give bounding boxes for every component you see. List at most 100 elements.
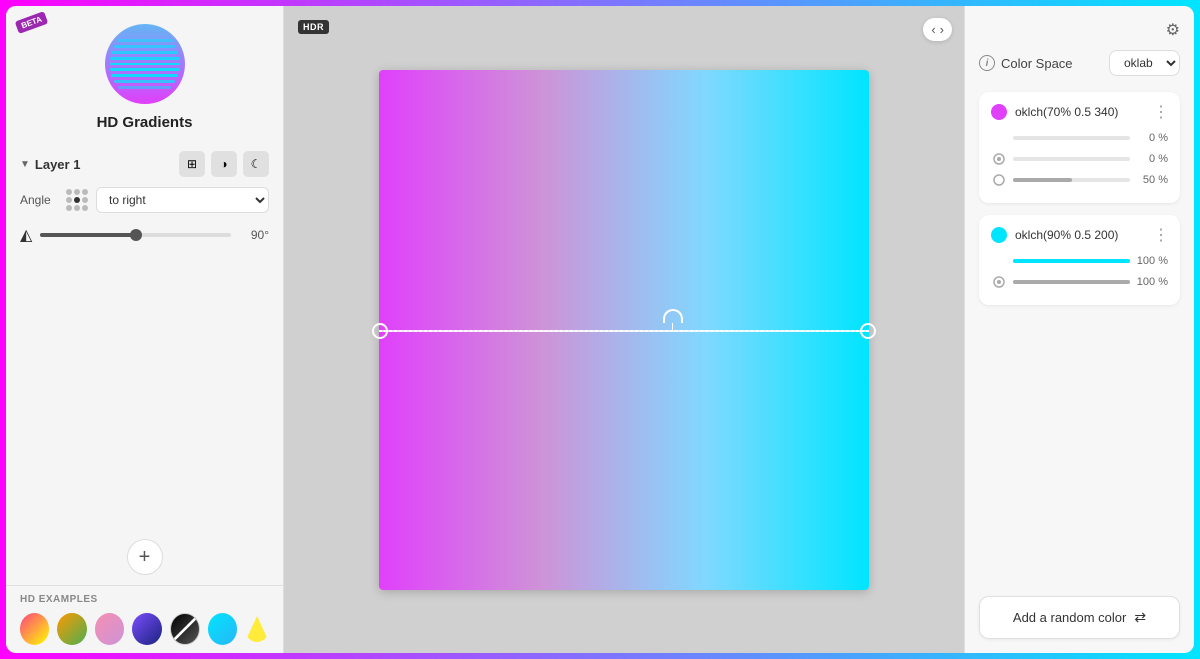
gradient-canvas[interactable] (379, 70, 869, 590)
color-stop-header-2: oklch(90% 0.5 200) ⋮ (991, 225, 1168, 245)
angle-select[interactable]: to right to left to top to bottom (96, 187, 269, 213)
add-layer-button[interactable]: + (127, 539, 163, 575)
more-icon-1[interactable]: ⋮ (1153, 102, 1168, 122)
stop-1-slider-c-value: 50 % (1136, 174, 1168, 186)
stop-2-slider-a-fill (1013, 259, 1130, 263)
layer-grid-icon[interactable]: ⊞ (179, 151, 205, 177)
color-stop-name-1: oklch(70% 0.5 340) (1015, 105, 1145, 119)
example-5-icon (171, 613, 199, 645)
stop-2-slider-a-track[interactable] (1013, 259, 1130, 263)
prev-arrow[interactable]: ‹ (931, 22, 935, 37)
example-3[interactable] (95, 613, 124, 645)
hdr-badge: HDR (298, 20, 329, 34)
stop-2-slider-b-icon (991, 274, 1007, 290)
dot-mr[interactable] (82, 197, 88, 203)
dot-tl[interactable] (66, 189, 72, 195)
shuffle-icon: ⇄ (1134, 609, 1146, 626)
dot-ml[interactable] (66, 197, 72, 203)
layer-half-circle-icon[interactable]: ◑ (211, 151, 237, 177)
color-stop-card-2: oklch(90% 0.5 200) ⋮ 100 % 100 % (979, 215, 1180, 305)
direction-dots[interactable] (66, 189, 88, 211)
midpoint-arch[interactable] (663, 309, 683, 323)
stop-1-slider-c-icon (991, 172, 1007, 188)
stop-1-slider-c: 50 % (991, 172, 1168, 188)
stop-1-slider-c-fill (1013, 178, 1072, 182)
angle-slider-icon: ◭ (20, 225, 32, 245)
dot-tm[interactable] (74, 189, 80, 195)
dot-bm[interactable] (74, 205, 80, 211)
color-stop-name-2: oklch(90% 0.5 200) (1015, 228, 1145, 242)
layer-icons: ⊞ ◑ ☾ (179, 151, 269, 177)
layer-collapse-icon[interactable]: ▼ (20, 159, 30, 170)
stop-2-slider-b-fill (1013, 280, 1130, 284)
color-space-select[interactable]: oklab oklch srgb hsl (1109, 50, 1180, 76)
gradient-guide-line (379, 330, 869, 332)
beta-badge: BETA (15, 11, 49, 34)
app-logo (105, 24, 185, 104)
angle-slider-value: 90° (239, 228, 269, 242)
examples-title: HD EXAMPLES (20, 594, 269, 605)
settings-button[interactable]: ⚙ (1166, 20, 1180, 40)
angle-label: Angle (20, 193, 58, 207)
example-5[interactable] (170, 613, 200, 645)
sidebar: BETA HD Gradients ▼ (6, 6, 284, 653)
stop-1-slider-b-track[interactable] (1013, 157, 1130, 161)
right-panel: ⚙ i Color Space oklab oklch srgb hsl okl… (964, 6, 1194, 653)
sidebar-section: ▼ Layer 1 ⊞ ◑ ☾ Angle (6, 141, 283, 529)
stop-2-slider-a: 100 % (991, 253, 1168, 269)
stop-1-slider-a-track[interactable] (1013, 136, 1130, 140)
gradient-midpoint-handle[interactable] (663, 309, 683, 331)
example-1[interactable] (20, 613, 49, 645)
angle-slider-thumb[interactable] (130, 229, 142, 241)
stop-2-slider-b-track[interactable] (1013, 280, 1130, 284)
example-7[interactable] (245, 616, 269, 642)
stop-2-slider-b-value: 100 % (1136, 276, 1168, 288)
more-icon-2[interactable]: ⋮ (1153, 225, 1168, 245)
color-space-label: Color Space (1001, 56, 1103, 71)
color-stop-card-1: oklch(70% 0.5 340) ⋮ 0 % 0 % (979, 92, 1180, 203)
add-random-button[interactable]: Add a random color ⇄ (979, 596, 1180, 639)
color-dot-2[interactable] (991, 227, 1007, 243)
stop-1-slider-a-icon (991, 130, 1007, 146)
canvas-area: HDR ‹ › (284, 6, 964, 653)
stop-1-slider-c-track[interactable] (1013, 178, 1130, 182)
color-dot-1[interactable] (991, 104, 1007, 120)
midpoint-tick (672, 323, 673, 331)
layer-header: ▼ Layer 1 ⊞ ◑ ☾ (20, 151, 269, 177)
stop-1-slider-b-icon (991, 151, 1007, 167)
stop-2-slider-a-value: 100 % (1136, 255, 1168, 267)
add-random-label: Add a random color (1013, 610, 1126, 625)
dot-tr[interactable] (82, 189, 88, 195)
example-4[interactable] (132, 613, 161, 645)
settings-icon-row: ⚙ (979, 20, 1180, 40)
stop-1-slider-a-value: 0 % (1136, 132, 1168, 144)
examples-row (20, 613, 269, 645)
stop-2-slider-b: 100 % (991, 274, 1168, 290)
main-container: BETA HD Gradients ▼ (6, 6, 1194, 653)
example-2[interactable] (57, 613, 86, 645)
stop-1-slider-a: 0 % (991, 130, 1168, 146)
color-stop-header-1: oklch(70% 0.5 340) ⋮ (991, 102, 1168, 122)
angle-slider-track[interactable] (40, 233, 231, 237)
examples-section: HD EXAMPLES (6, 585, 283, 653)
gradient-stop-right[interactable] (860, 323, 876, 339)
dot-mm[interactable] (74, 197, 80, 203)
nav-arrows: ‹ › (923, 18, 952, 41)
sidebar-top: BETA HD Gradients (6, 6, 283, 141)
layer-title: ▼ Layer 1 (20, 157, 80, 172)
example-6[interactable] (208, 613, 237, 645)
color-space-row: i Color Space oklab oklch srgb hsl (979, 50, 1180, 76)
stop-2-slider-a-icon (991, 253, 1007, 269)
info-icon: i (979, 55, 995, 71)
angle-row: Angle to right to left to top to b (20, 187, 269, 213)
angle-slider-fill (40, 233, 135, 237)
angle-slider-row: ◭ 90° (20, 225, 269, 245)
app-title: HD Gradients (97, 114, 193, 131)
dot-br[interactable] (82, 205, 88, 211)
gradient-stop-left[interactable] (372, 323, 388, 339)
dot-bl[interactable] (66, 205, 72, 211)
stop-1-slider-b: 0 % (991, 151, 1168, 167)
stop-1-slider-b-value: 0 % (1136, 153, 1168, 165)
layer-moon-icon[interactable]: ☾ (243, 151, 269, 177)
next-arrow[interactable]: › (940, 22, 944, 37)
